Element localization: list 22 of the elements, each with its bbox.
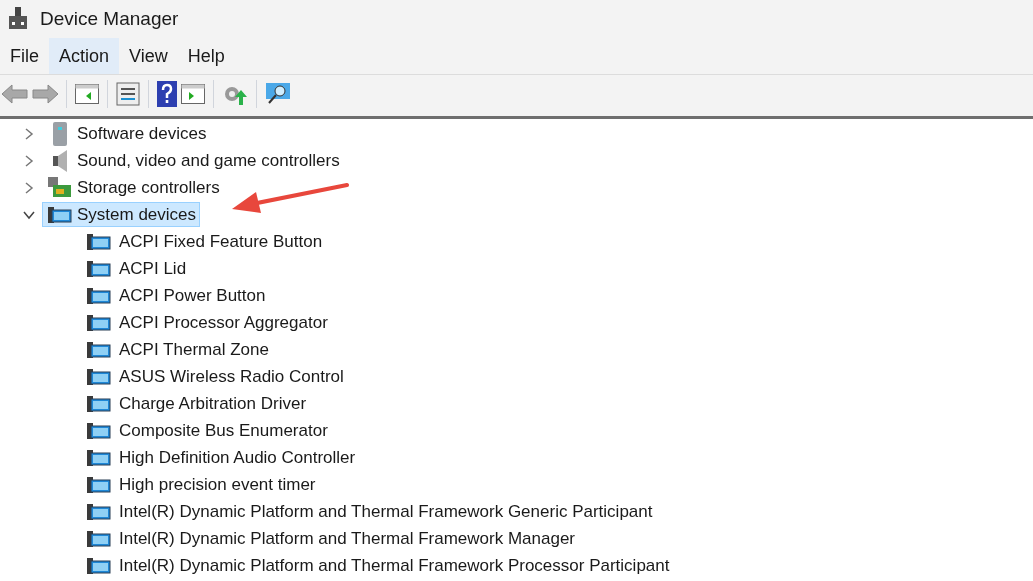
tree-item[interactable]: ACPI Lid bbox=[119, 255, 187, 282]
tree-item[interactable]: ASUS Wireless Radio Control bbox=[119, 363, 344, 390]
menu-item[interactable]: Help bbox=[177, 38, 235, 74]
tree-item[interactable]: High Definition Audio Controller bbox=[119, 444, 356, 471]
tree-item[interactable]: Intel(R) Dynamic Platform and Thermal Framework Generic Participant bbox=[119, 498, 653, 525]
tree-item[interactable]: Intel(R) Dynamic Platform and Thermal Framework Manager bbox=[119, 525, 575, 552]
tree-item[interactable]: Software devices bbox=[42, 120, 211, 147]
tree-item[interactable]: ACPI Fixed Feature Button bbox=[119, 228, 323, 255]
menu-item[interactable]: View bbox=[119, 38, 178, 74]
tree-item[interactable]: Composite Bus Enumerator bbox=[119, 417, 328, 444]
menu-item[interactable]: File bbox=[0, 38, 49, 74]
tree-item[interactable]: Sound, video and game controllers bbox=[42, 148, 344, 173]
tree-item[interactable]: ACPI Thermal Zone bbox=[119, 336, 269, 363]
tree-item[interactable]: Storage controllers bbox=[42, 175, 224, 200]
tree-item[interactable]: High precision event timer bbox=[119, 471, 316, 498]
tree-item[interactable]: Charge Arbitration Driver bbox=[119, 390, 307, 417]
tree-item[interactable]: Intel(R) Dynamic Platform and Thermal Framework Processor Participant bbox=[119, 552, 670, 579]
menu-item[interactable]: Action bbox=[49, 38, 120, 74]
tree-item[interactable]: ACPI Power Button bbox=[119, 282, 266, 309]
tree-item[interactable]: ACPI Processor Aggregator bbox=[119, 309, 328, 336]
window-title: Device Manager bbox=[40, 6, 179, 31]
tree-item[interactable]: System devices bbox=[42, 202, 201, 227]
